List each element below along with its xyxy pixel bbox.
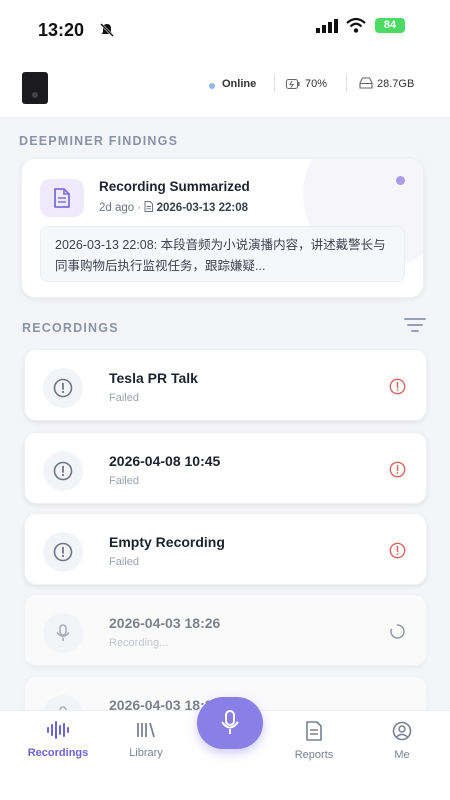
error-icon[interactable] (389, 542, 406, 559)
recording-status-text: Failed (109, 392, 139, 404)
tab-me[interactable]: Me (362, 721, 442, 763)
small-document-icon (144, 201, 154, 212)
battery-indicator: 84 (375, 18, 405, 33)
device-battery-icon (286, 79, 300, 89)
error-icon[interactable] (389, 378, 406, 395)
online-status-dot (209, 83, 215, 89)
alert-circle-icon (43, 368, 83, 408)
status-bar: 13:20 84 (0, 0, 450, 56)
tab-label: Recordings (27, 747, 89, 759)
recording-item[interactable]: 2026-04-08 10:45 Failed (24, 432, 427, 504)
findings-section-title: DEEPMINER FINDINGS (19, 134, 179, 148)
wifi-icon (346, 17, 366, 33)
record-button[interactable] (197, 697, 263, 749)
loading-spinner-icon (390, 624, 405, 639)
finding-date: 2026-03-13 22:08 (156, 202, 249, 214)
finding-meta: 2d ago · 2026-03-13 22:08 (99, 201, 248, 214)
recording-status-text: Recording... (109, 637, 169, 649)
recording-title: 2026-04-03 18:26 (109, 615, 221, 631)
profile-icon (392, 721, 412, 741)
device-image[interactable] (22, 72, 48, 104)
finding-age: 2d ago (99, 202, 135, 214)
cellular-signal-icon (316, 19, 338, 33)
storage-icon (359, 77, 373, 89)
recording-status-text: Failed (109, 475, 139, 487)
library-icon (137, 722, 155, 738)
report-icon (306, 721, 322, 741)
finding-excerpt: 2026-03-13 22:08: 本段音频为小说演播内容，讲述戴警长与同事购物… (40, 226, 405, 282)
device-status: Online (222, 78, 257, 90)
tab-reports[interactable]: Reports (274, 721, 354, 763)
document-icon (40, 179, 84, 217)
microphone-icon (43, 613, 83, 653)
divider (346, 74, 347, 92)
tab-label: Reports (294, 749, 334, 761)
alert-circle-icon (43, 451, 83, 491)
recording-title: 2026-04-08 10:45 (109, 453, 221, 469)
microphone-icon (221, 710, 239, 734)
filter-icon[interactable] (404, 317, 426, 333)
error-icon[interactable] (389, 461, 406, 478)
status-time: 13:20 (38, 20, 85, 40)
finding-title: Recording Summarized (99, 179, 250, 194)
recordings-section-title: RECORDINGS (22, 321, 119, 335)
tab-recordings[interactable]: Recordings (18, 721, 98, 761)
waveform-icon (47, 721, 69, 739)
finding-card[interactable]: Recording Summarized 2d ago · 2026-03-13… (21, 158, 424, 298)
separator-dot: · (137, 202, 145, 214)
tab-label: Library (129, 747, 163, 759)
alert-circle-icon (43, 532, 83, 572)
recording-title: Tesla PR Talk (109, 370, 198, 386)
bell-muted-icon (100, 23, 114, 37)
divider (274, 74, 275, 92)
tab-label: Me (394, 749, 410, 761)
unread-indicator (396, 176, 405, 185)
recording-item[interactable]: Tesla PR Talk Failed (24, 349, 427, 421)
device-storage: 28.7GB (377, 78, 415, 90)
tab-library[interactable]: Library (106, 721, 186, 761)
recording-status-text: Failed (109, 556, 139, 568)
recording-item[interactable]: Empty Recording Failed (24, 513, 427, 585)
recording-item[interactable]: 2026-04-03 18:26 Recording... (24, 594, 427, 666)
device-battery: 70% (305, 78, 328, 90)
recording-title: Empty Recording (109, 534, 225, 550)
